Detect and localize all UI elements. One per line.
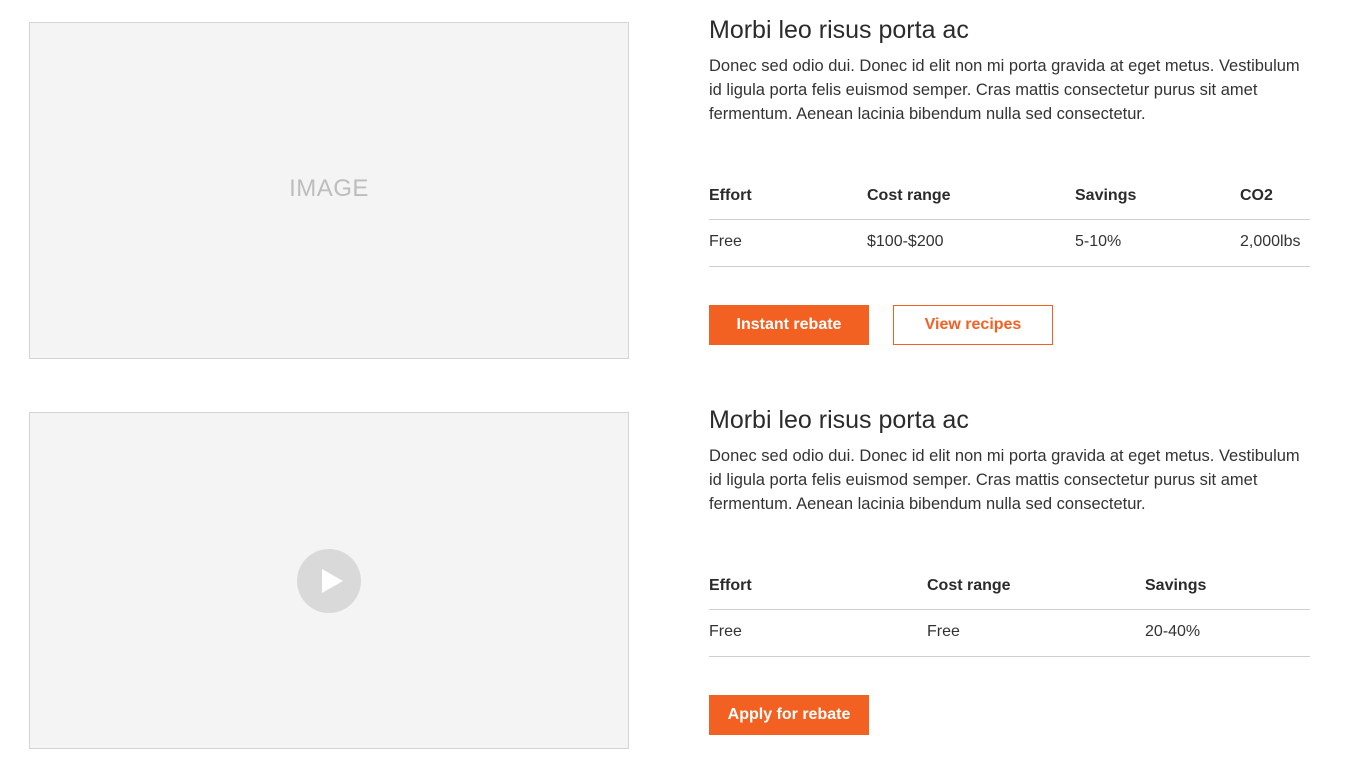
header-effort: Effort xyxy=(709,187,752,204)
table-header-row: Effort Cost range Savings CO2 xyxy=(709,184,1310,220)
details-table: Effort Cost range Savings CO2 Free $100-… xyxy=(709,184,1310,267)
video-placeholder[interactable] xyxy=(29,412,629,749)
instant-rebate-button[interactable]: Instant rebate xyxy=(709,305,869,345)
header-savings: Savings xyxy=(1075,187,1137,204)
image-placeholder-label: IMAGE xyxy=(289,175,369,202)
table-row: Free $100-$200 5-10% 2,000lbs xyxy=(709,220,1310,267)
header-effort: Effort xyxy=(709,577,752,594)
cell-effort: Free xyxy=(709,623,742,640)
header-cost-range: Cost range xyxy=(867,187,951,204)
play-icon[interactable] xyxy=(297,549,361,613)
header-co2: CO2 xyxy=(1240,187,1273,204)
cell-cost-range: Free xyxy=(927,623,960,640)
cell-co2: 2,000lbs xyxy=(1240,233,1301,250)
feature-description: Donec sed odio dui. Donec id elit non mi… xyxy=(709,57,1300,123)
image-placeholder: IMAGE xyxy=(29,22,629,359)
details-table: Effort Cost range Savings Free Free 20-4… xyxy=(709,574,1310,657)
cell-savings: 20-40% xyxy=(1145,623,1201,640)
view-recipes-button[interactable]: View recipes xyxy=(893,305,1053,345)
feature-content: Morbi leo risus porta ac Donec sed odio … xyxy=(709,12,1310,345)
cell-effort: Free xyxy=(709,233,742,250)
feature-description: Donec sed odio dui. Donec id elit non mi… xyxy=(709,447,1300,513)
feature-title: Morbi leo risus porta ac xyxy=(709,16,969,44)
cell-cost-range: $100-$200 xyxy=(867,233,944,250)
table-row: Free Free 20-40% xyxy=(709,610,1310,657)
header-cost-range: Cost range xyxy=(927,577,1011,594)
feature-content: Morbi leo risus porta ac Donec sed odio … xyxy=(709,402,1310,735)
table-header-row: Effort Cost range Savings xyxy=(709,574,1310,610)
header-savings: Savings xyxy=(1145,577,1207,594)
apply-for-rebate-button[interactable]: Apply for rebate xyxy=(709,695,869,735)
cell-savings: 5-10% xyxy=(1075,233,1122,250)
feature-title: Morbi leo risus porta ac xyxy=(709,406,969,434)
